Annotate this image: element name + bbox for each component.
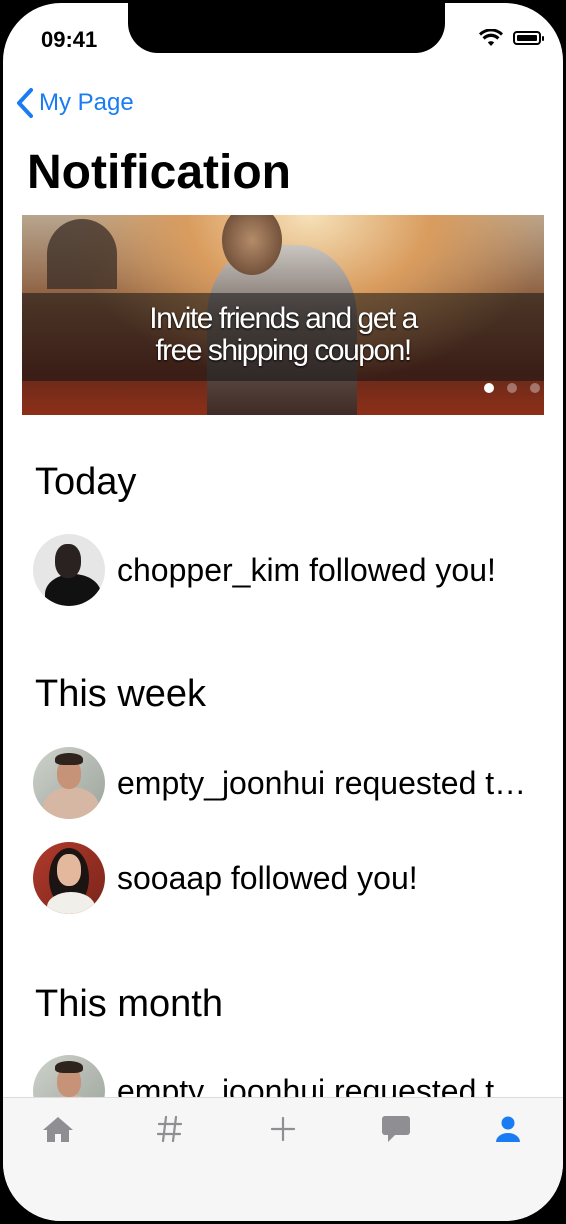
chat-bubble-icon xyxy=(382,1116,410,1142)
tab-bar xyxy=(3,1097,563,1221)
plus-icon xyxy=(270,1116,296,1142)
notification-text: empty_joonhui requested to follow you. xyxy=(117,764,532,801)
phone-screen: 09:41 My Page Notification Invite friend… xyxy=(3,3,563,1221)
back-button[interactable]: My Page xyxy=(15,87,134,119)
avatar[interactable] xyxy=(33,534,105,606)
notification-text: chopper_kim followed you! xyxy=(117,551,496,588)
hashtag-icon xyxy=(157,1115,183,1143)
tab-profile[interactable] xyxy=(488,1112,528,1146)
notification-row[interactable]: sooaap followed you! xyxy=(33,841,533,915)
notification-row[interactable]: empty_joonhui requested to follow you. xyxy=(33,746,533,820)
chevron-left-icon xyxy=(17,88,33,118)
banner-text: Invite friends and get a free shipping c… xyxy=(22,303,544,367)
notification-text: sooaap followed you! xyxy=(117,859,418,896)
banner-line-1: Invite friends and get a xyxy=(149,302,418,335)
status-icons xyxy=(479,29,544,47)
device-notch xyxy=(128,3,445,53)
banner-line-2: free shipping coupon! xyxy=(155,334,412,367)
notification-row[interactable]: chopper_kim followed you! xyxy=(33,533,533,607)
tab-add[interactable] xyxy=(263,1112,303,1146)
page-dot[interactable] xyxy=(484,383,494,393)
back-button-label: My Page xyxy=(39,89,134,116)
banner-background-dome xyxy=(47,219,117,289)
page-dot[interactable] xyxy=(530,383,540,393)
tab-messages[interactable] xyxy=(376,1112,416,1146)
status-time: 09:41 xyxy=(41,27,98,52)
avatar[interactable] xyxy=(33,842,105,914)
avatar[interactable] xyxy=(33,747,105,819)
section-title-today: Today xyxy=(35,461,137,503)
section-title-this-week: This week xyxy=(35,673,207,715)
tab-home[interactable] xyxy=(38,1112,78,1146)
page-dot[interactable] xyxy=(507,383,517,393)
section-title-this-month: This month xyxy=(35,983,223,1025)
home-icon xyxy=(43,1117,73,1142)
promo-banner[interactable]: Invite friends and get a free shipping c… xyxy=(22,215,544,415)
person-icon xyxy=(496,1116,520,1142)
wifi-icon xyxy=(479,29,503,46)
page-title: Notification xyxy=(27,146,291,199)
battery-icon xyxy=(513,31,544,45)
tab-explore[interactable] xyxy=(150,1112,190,1146)
banner-page-indicator[interactable] xyxy=(484,383,540,393)
